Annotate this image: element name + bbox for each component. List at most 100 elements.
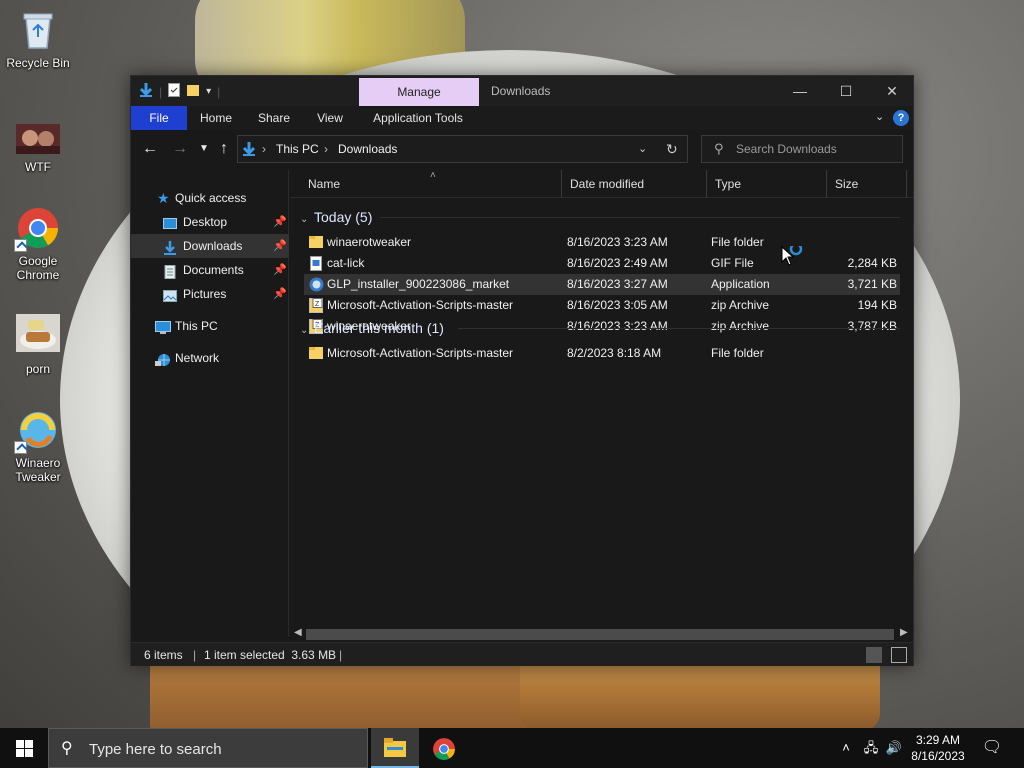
scrollbar-thumb[interactable]	[306, 629, 894, 640]
tab-share[interactable]: Share	[249, 106, 299, 130]
show-hidden-icons-button[interactable]: ˄	[836, 728, 856, 768]
desktop-icon-google-chrome[interactable]: Google Chrome	[0, 206, 76, 282]
file-date: 8/16/2023 3:23 AM	[567, 319, 668, 333]
file-date: 8/16/2023 3:27 AM	[567, 277, 668, 291]
nav-network[interactable]: Network	[131, 346, 289, 370]
windows-logo-icon	[16, 740, 33, 757]
up-button[interactable]: ↑	[213, 140, 235, 158]
column-header-type[interactable]: Type	[707, 170, 827, 198]
breadcrumb-separator-icon[interactable]: ›	[262, 136, 266, 163]
breadcrumb-this-pc[interactable]: This PC	[276, 136, 319, 163]
new-folder-icon[interactable]	[186, 83, 200, 100]
group-header-today[interactable]: ⌄ Today (5)	[300, 206, 372, 228]
clock-time: 3:29 AM	[915, 733, 961, 747]
computer-icon	[155, 319, 171, 334]
file-type: File folder	[711, 235, 764, 249]
customize-qat-icon[interactable]: ▾	[206, 86, 211, 97]
close-button[interactable]: ✕	[869, 76, 915, 106]
file-row[interactable]: Microsoft-Activation-Scripts-master 8/2/…	[304, 343, 900, 364]
breadcrumb-separator-icon[interactable]: ›	[324, 136, 328, 163]
column-header-date-modified[interactable]: Date modified	[562, 170, 707, 198]
nav-this-pc[interactable]: This PC	[131, 314, 289, 338]
nav-quick-access[interactable]: ★ Quick access	[131, 186, 289, 210]
horizontal-scrollbar[interactable]: ◀ ▶	[290, 627, 913, 642]
maximize-icon: ☐	[839, 83, 853, 99]
minimize-button[interactable]: —	[777, 76, 823, 106]
file-row[interactable]: winaerotweaker 8/16/2023 3:23 AM File fo…	[304, 232, 900, 253]
address-history-chevron-icon[interactable]: ⌄	[638, 136, 647, 163]
desktop-icon-label: Recycle Bin	[6, 56, 70, 70]
title-bar[interactable]: | ▾ | Manage Downloads — ☐ ✕	[131, 76, 913, 106]
desktop-icon-wtf[interactable]: WTF	[0, 122, 76, 174]
download-arrow-icon	[139, 82, 153, 101]
column-header-size[interactable]: Size	[827, 170, 907, 198]
volume-icon[interactable]: 🔊	[884, 728, 904, 768]
nav-label: Documents	[183, 263, 244, 277]
chrome-icon	[433, 738, 455, 760]
chevron-down-icon: ▼	[199, 143, 209, 154]
chevron-up-icon: ˄	[842, 740, 850, 755]
file-row[interactable]: Z Microsoft-Activation-Scripts-master 8/…	[304, 295, 900, 316]
recent-locations-button[interactable]: ▼	[193, 143, 215, 154]
pin-icon[interactable]: 📌	[273, 258, 287, 282]
taskbar-search-box[interactable]: ⚲	[48, 728, 368, 768]
status-bar: 6 items | 1 item selected 3.63 MB |	[131, 642, 913, 666]
desktop-icon-winaero-tweaker[interactable]: Winaero Tweaker	[0, 408, 76, 484]
minimize-icon: —	[793, 83, 807, 99]
file-type: GIF File	[711, 256, 754, 270]
desktop-icon-recycle-bin[interactable]: Recycle Bin	[0, 8, 76, 70]
sort-ascending-icon: ˄	[430, 170, 436, 181]
nav-documents[interactable]: Documents 📌	[131, 258, 289, 282]
nav-desktop[interactable]: Desktop 📌	[131, 210, 289, 234]
pin-icon[interactable]: 📌	[273, 234, 287, 258]
tab-manage[interactable]: Manage	[359, 78, 479, 106]
file-explorer-window[interactable]: | ▾ | Manage Downloads — ☐ ✕ File Home S…	[130, 75, 914, 666]
breadcrumb-downloads[interactable]: Downloads	[338, 136, 397, 163]
scroll-right-icon[interactable]: ▶	[900, 627, 908, 638]
tab-view[interactable]: View	[305, 106, 355, 130]
chrome-icon	[14, 206, 60, 252]
address-bar[interactable]: › This PC › Downloads ⌄ ↻	[237, 135, 688, 163]
nav-label: Desktop	[183, 215, 228, 229]
pin-icon[interactable]: 📌	[273, 282, 287, 306]
taskbar-file-explorer-button[interactable]	[371, 728, 419, 768]
pin-icon[interactable]: 📌	[273, 210, 287, 234]
taskbar-search-input[interactable]	[89, 739, 359, 759]
documents-folder-icon	[163, 263, 177, 279]
file-date: 8/16/2023 3:23 AM	[567, 235, 668, 249]
tab-home[interactable]: Home	[191, 106, 241, 130]
mouse-cursor-icon	[781, 242, 803, 271]
network-tray-icon[interactable]: 🖧	[860, 728, 882, 768]
nav-downloads[interactable]: Downloads 📌	[131, 234, 289, 258]
large-icons-view-icon[interactable]	[891, 647, 907, 663]
file-row-selected[interactable]: GLP_installer_900223086_market 8/16/2023…	[304, 274, 900, 295]
help-icon[interactable]: ?	[893, 110, 909, 126]
column-headers: Name ˄ Date modified Type Size	[290, 170, 913, 198]
forward-button[interactable]: →	[169, 140, 191, 158]
taskbar-clock[interactable]: 3:29 AM 8/16/2023	[904, 732, 972, 764]
search-box[interactable]: ⚲	[701, 135, 903, 163]
search-icon: ⚲	[61, 740, 73, 757]
taskbar-chrome-button[interactable]	[420, 728, 468, 768]
column-header-name[interactable]: Name ˄	[300, 170, 562, 198]
properties-icon[interactable]	[168, 83, 181, 100]
details-view-icon[interactable]	[866, 647, 882, 663]
back-button[interactable]: ←	[139, 140, 161, 158]
refresh-icon[interactable]: ↻	[666, 136, 678, 163]
folder-icon	[309, 235, 323, 250]
pictures-folder-icon	[163, 287, 177, 302]
nav-pictures[interactable]: Pictures 📌	[131, 282, 289, 306]
file-name: Microsoft-Activation-Scripts-master	[327, 298, 514, 312]
group-header-earlier-this-month[interactable]: ⌄ Earlier this month (1)	[300, 317, 444, 339]
tab-file[interactable]: File	[131, 106, 187, 130]
start-button[interactable]	[0, 728, 48, 768]
expand-ribbon-icon[interactable]: ⌄	[875, 110, 884, 123]
search-input[interactable]	[736, 140, 896, 158]
scroll-left-icon[interactable]: ◀	[294, 627, 302, 638]
desktop-icon-porn[interactable]: porn	[0, 314, 76, 376]
maximize-button[interactable]: ☐	[823, 76, 869, 106]
tab-application-tools[interactable]: Application Tools	[365, 106, 471, 130]
folder-icon	[309, 346, 323, 361]
action-center-button[interactable]: 🗨	[978, 728, 1006, 768]
file-row[interactable]: cat-lick 8/16/2023 2:49 AM GIF File 2,28…	[304, 253, 900, 274]
